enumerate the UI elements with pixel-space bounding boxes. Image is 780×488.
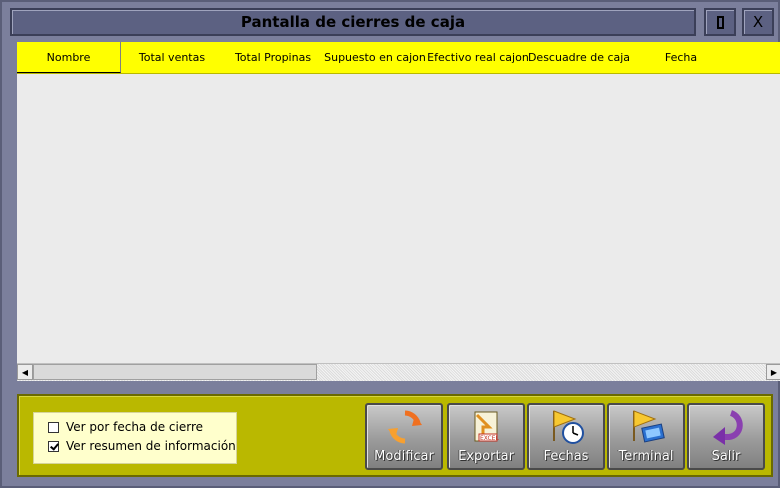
modificar-button[interactable]: Modificar (365, 403, 443, 470)
exit-arrow-icon (713, 410, 743, 445)
arrow-right-icon: ▶ (770, 367, 778, 377)
column-header-supuesto-cajon[interactable]: Supuesto en cajon (323, 42, 427, 73)
column-header-total-propinas[interactable]: Total Propinas (223, 42, 323, 73)
fechas-label: Fechas (543, 449, 589, 464)
column-header-fecha[interactable]: Fecha (629, 42, 733, 73)
grid-body[interactable] (17, 74, 780, 364)
column-header-total-ventas[interactable]: Total ventas (121, 42, 223, 73)
maximize-icon (716, 15, 724, 29)
close-label: X (752, 13, 764, 31)
exportar-label: Exportar (458, 449, 514, 464)
column-header-descuadre[interactable]: Descuadre de caja (528, 42, 630, 73)
refresh-icon (388, 410, 422, 444)
scroll-left-button[interactable]: ◀ (17, 364, 33, 380)
scroll-right-button[interactable]: ▶ (766, 364, 780, 380)
computer-flag-icon (633, 410, 665, 443)
ver-por-fecha-label: Ver por fecha de cierre (66, 420, 203, 434)
ver-resumen-option[interactable]: Ver resumen de información (48, 438, 236, 454)
horizontal-scrollbar[interactable]: ◀ ▶ (17, 363, 780, 381)
ver-por-fecha-checkbox[interactable] (48, 421, 59, 433)
salir-label: Salir (711, 449, 741, 464)
excel-export-icon: EXCEL (474, 411, 499, 442)
exportar-button[interactable]: EXCEL Exportar (447, 403, 525, 470)
column-header-efectivo-real[interactable]: Efectivo real cajon (427, 42, 529, 73)
maximize-button[interactable] (704, 8, 736, 36)
title-bar: Pantalla de cierres de caja (10, 8, 696, 36)
options-box: Ver por fecha de cierre Ver resumen de i… (33, 412, 237, 464)
close-button[interactable]: X (742, 8, 774, 36)
ver-resumen-label: Ver resumen de información (66, 439, 236, 453)
terminal-button[interactable]: Terminal (607, 403, 685, 470)
modificar-label: Modificar (374, 449, 434, 464)
ver-resumen-checkbox[interactable] (48, 440, 59, 452)
ver-por-fecha-option[interactable]: Ver por fecha de cierre (48, 419, 203, 435)
grid-header: Nombre Total ventas Total Propinas Supue… (17, 42, 780, 74)
scrollbar-thumb[interactable] (33, 364, 317, 380)
bottom-panel: Ver por fecha de cierre Ver resumen de i… (17, 394, 773, 477)
cierres-grid[interactable]: Nombre Total ventas Total Propinas Supue… (17, 42, 780, 381)
window-title: Pantalla de cierres de caja (240, 13, 466, 31)
column-header-nombre[interactable]: Nombre (17, 42, 121, 73)
arrow-left-icon: ◀ (21, 367, 29, 377)
clock-flag-icon (553, 410, 584, 444)
svg-text:EXCEL: EXCEL (480, 435, 499, 442)
window-frame: Pantalla de cierres de caja X Nombre Tot… (0, 0, 780, 488)
terminal-label: Terminal (618, 449, 674, 464)
fechas-button[interactable]: Fechas (527, 403, 605, 470)
salir-button[interactable]: Salir (687, 403, 765, 470)
